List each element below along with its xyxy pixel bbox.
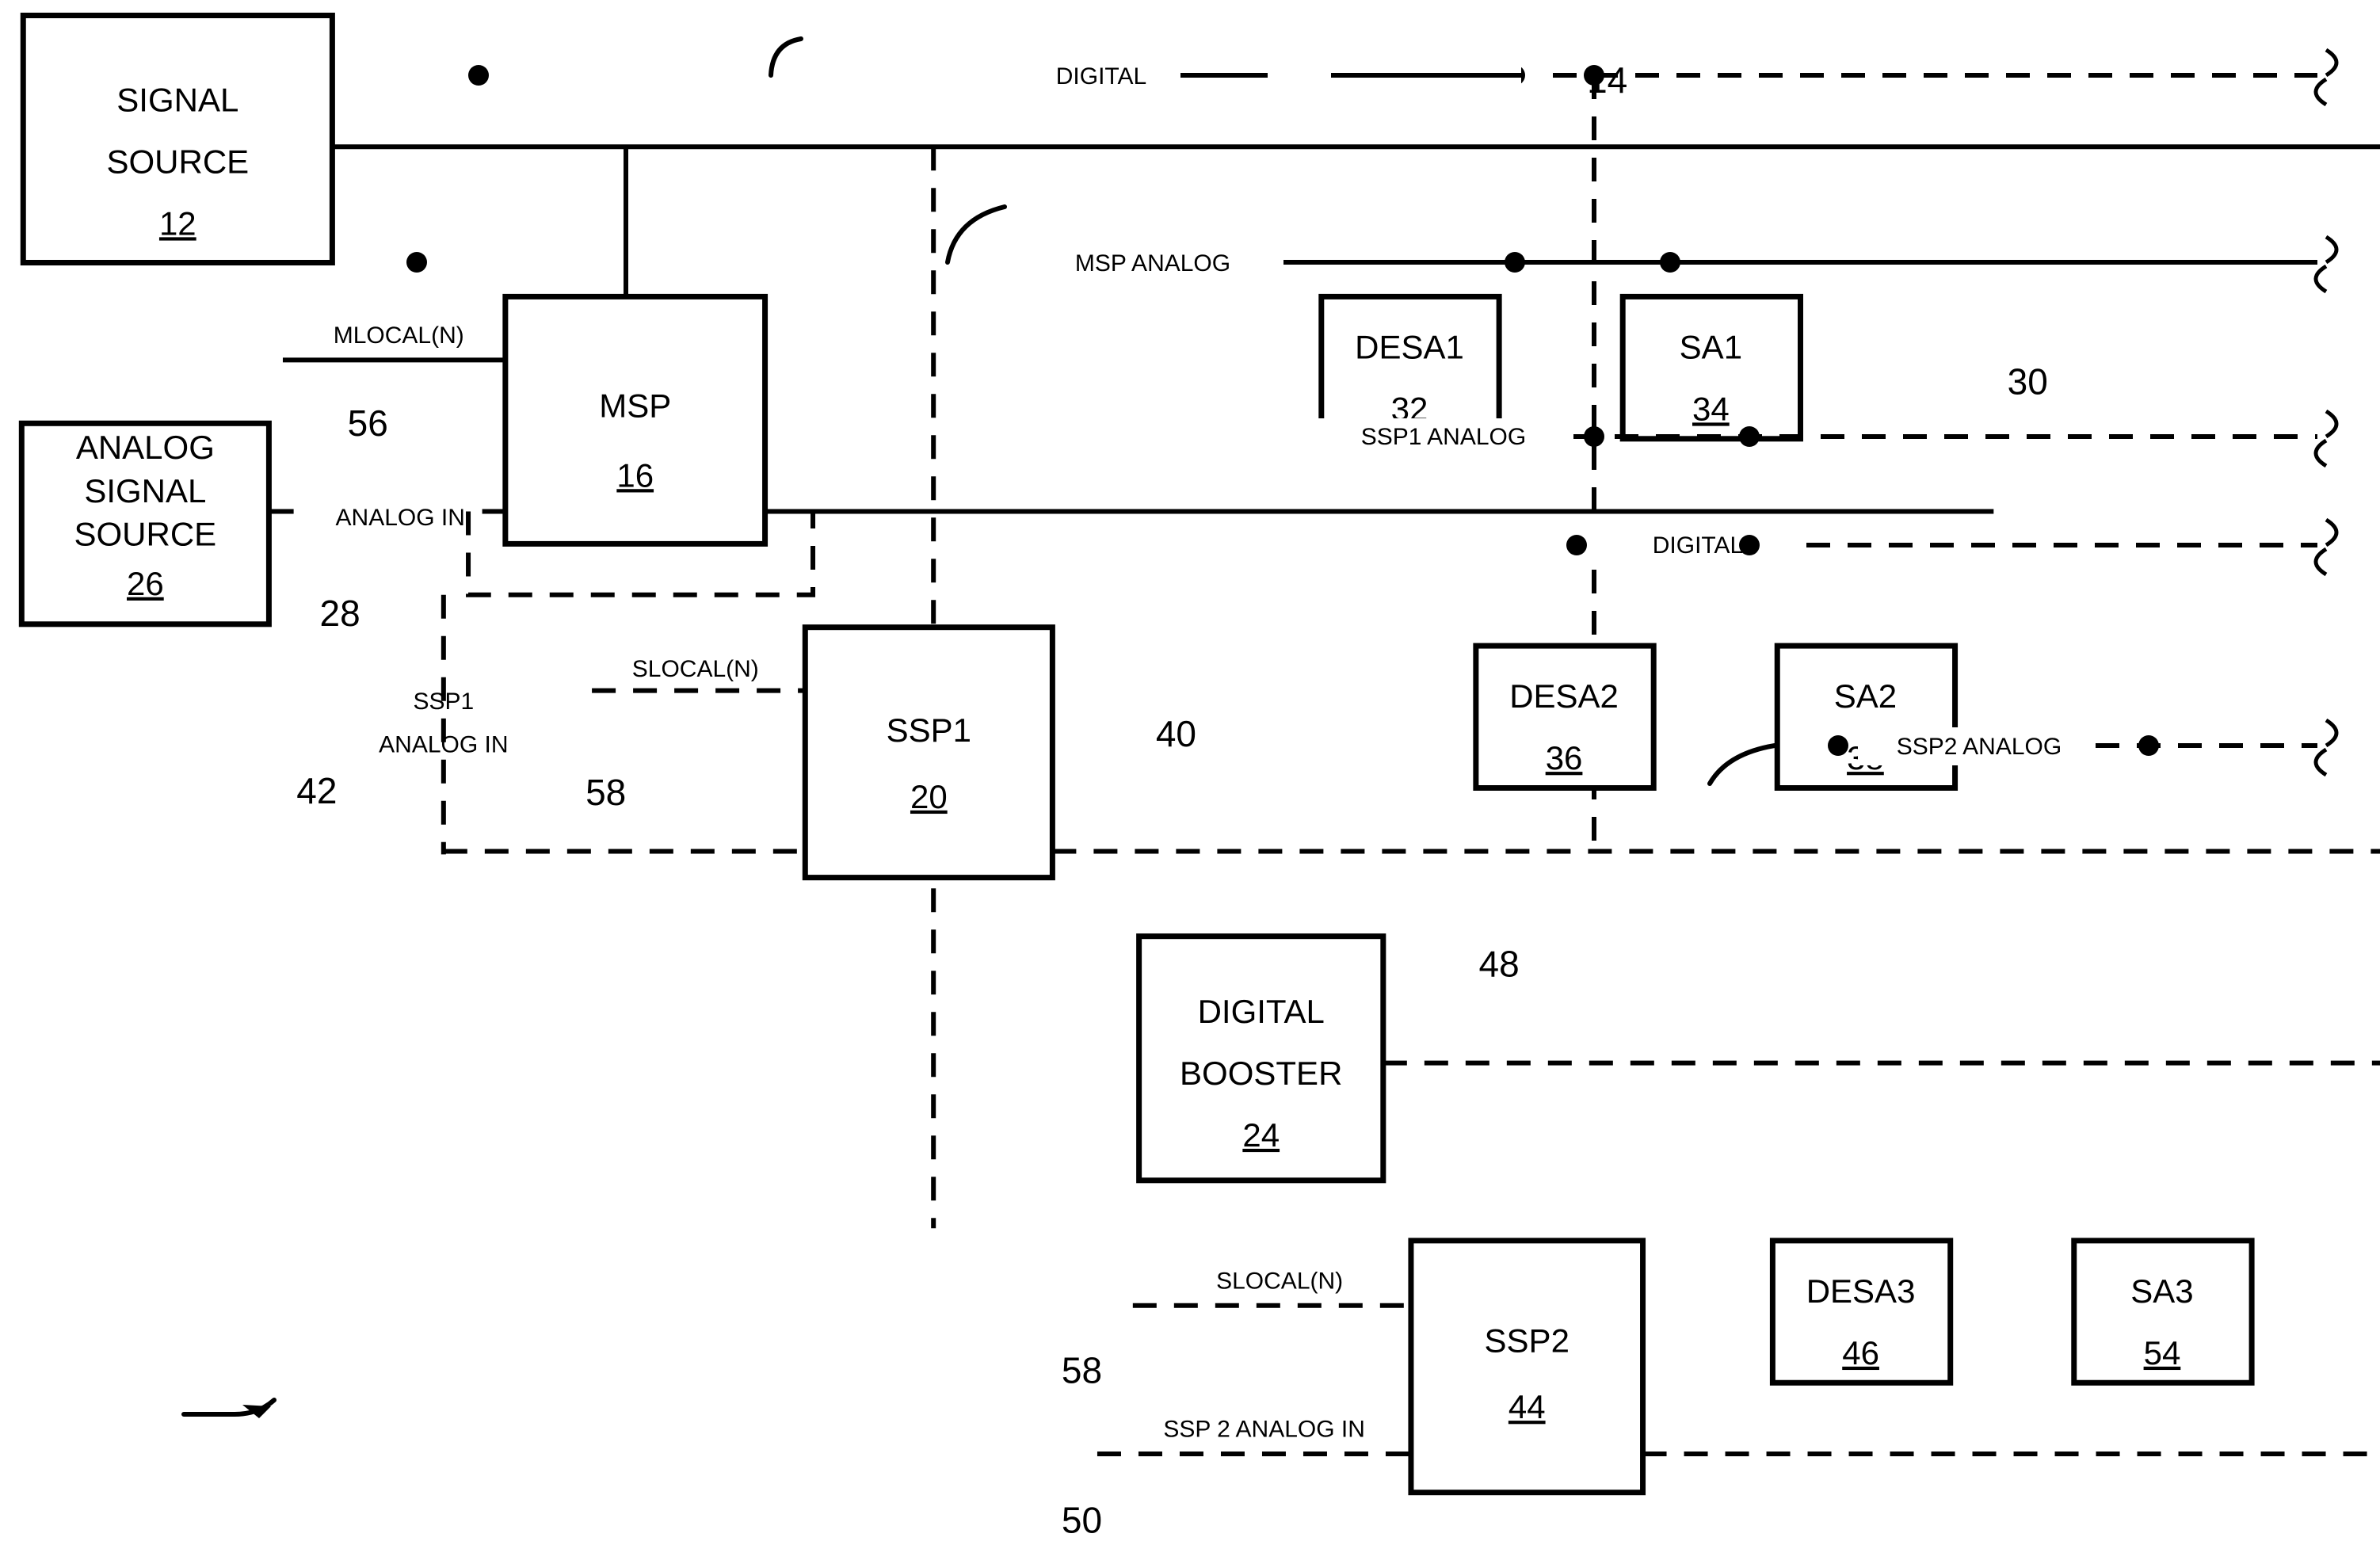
diagram-svg: DIGITAL 14 SIGNAL SOURCE 12 MSP 16 MLOCA… (18, 13, 2380, 1540)
block-digital-booster[interactable]: DIGITAL BOOSTER 24 (1136, 933, 1386, 1184)
break-symbol-upper (2325, 48, 2339, 78)
block-ssp1[interactable]: SSP1 20 (802, 624, 1055, 881)
block-reference-number: 24 (1242, 1116, 1280, 1154)
leader-line-14 (769, 36, 803, 78)
block-reference-number: 36 (1546, 739, 1583, 776)
reference-numeral-58-ssp2: 58 (1062, 1349, 1102, 1390)
bus-label-ssp1-analog: SSP1 ANALOG (1361, 424, 1526, 450)
leader-line-52 (1707, 743, 1777, 786)
reference-numeral-48: 48 (1479, 943, 1520, 984)
junction-dot (1566, 535, 1587, 555)
signal-label-analog-in: ANALOG IN (336, 505, 465, 531)
break-symbol-upper (2325, 235, 2339, 265)
junction-dot (1660, 252, 1680, 273)
junction-dot (1505, 252, 1525, 273)
reference-numeral-42: 42 (296, 770, 337, 811)
figure-reference-arrow: 10 (181, 1398, 277, 1418)
block-label-line: SOURCE (106, 143, 249, 180)
block-signal-source[interactable]: SIGNAL SOURCE 12 (20, 13, 335, 265)
block-outline (802, 624, 1055, 881)
block-reference-number: 16 (616, 456, 654, 494)
junction-dot (468, 65, 489, 86)
block-label-line: SIGNAL (84, 472, 206, 509)
block-reference-number: 34 (1692, 390, 1730, 427)
block-ssp2[interactable]: SSP2 44 (1408, 1238, 1646, 1496)
block-outline (1408, 1238, 1646, 1496)
signal-label-slocal-n-ssp1: SLOCAL(N) (632, 656, 759, 682)
block-desa3[interactable]: DESA3 46 (1769, 1238, 1954, 1386)
bus-label-digital-top: DIGITAL (1056, 63, 1146, 90)
block-desa1[interactable]: DESA1 32 (1318, 293, 1502, 442)
block-label-line: SSP1 (887, 711, 971, 749)
block-sa3[interactable]: SA3 54 (2071, 1238, 2255, 1386)
reference-numeral-50: 50 (1062, 1499, 1102, 1540)
signal-label-ssp2-analog-in: SSP 2 ANALOG IN (1163, 1417, 1365, 1443)
signal-label-slocal-n-ssp2: SLOCAL(N) (1216, 1268, 1343, 1294)
junction-dot (1739, 535, 1760, 555)
block-label-line: DESA2 (1509, 677, 1619, 715)
reference-numeral-28: 28 (320, 593, 360, 634)
break-symbol-upper (2325, 718, 2339, 748)
block-reference-number: 20 (910, 778, 948, 815)
block-sa1[interactable]: SA1 34 (1619, 293, 1804, 442)
reference-numeral-40: 40 (1156, 713, 1196, 754)
junction-dot (2138, 735, 2159, 756)
block-label-line: DIGITAL (1198, 993, 1325, 1030)
bus-label-digital-lower: DIGITAL (1653, 532, 1743, 559)
break-symbol-upper (2325, 409, 2339, 439)
block-reference-number: 44 (1508, 1388, 1546, 1425)
block-label-line: SA1 (1680, 328, 1742, 365)
ssp2-analog-bus: SSP2 ANALOG 52 (1642, 718, 2380, 1456)
patent-figure-canvas: DIGITAL 14 SIGNAL SOURCE 12 MSP 16 MLOCA… (0, 0, 2380, 1545)
block-desa2[interactable]: DESA2 36 (1473, 643, 1657, 791)
signal-label-ssp1-analog-in-line1: SSP1 (413, 689, 474, 715)
block-label-line: SA2 (1834, 677, 1897, 715)
block-label-line: SA3 (2130, 1272, 2193, 1310)
digital-bus-lower: DIGITAL 48 (1383, 517, 2380, 1066)
break-symbol-upper (2325, 517, 2339, 547)
signal-label-ssp1-analog-in-line2: ANALOG IN (379, 732, 508, 758)
break-symbol-lower (2313, 747, 2328, 777)
block-label-line: BOOSTER (1180, 1055, 1342, 1092)
reference-numeral-58-ssp1: 58 (585, 772, 626, 813)
block-label-line: SSP2 (1485, 1322, 1570, 1359)
junction-dot (1828, 735, 1848, 756)
break-symbol-lower (2313, 438, 2328, 468)
block-label-line: SOURCE (74, 515, 217, 552)
signal-label-mlocal-n: MLOCAL(N) (334, 322, 464, 349)
reference-numeral-56: 56 (348, 402, 388, 444)
junction-dot (1584, 426, 1604, 447)
block-label-line: ANALOG (76, 429, 215, 466)
block-sa2[interactable]: SA2 38 (1774, 643, 1959, 791)
bus-label-msp-analog: MSP ANALOG (1075, 250, 1230, 277)
digital-bus-top: DIGITAL 14 (311, 36, 2380, 150)
break-symbol-lower (2313, 547, 2328, 577)
block-label-line: MSP (599, 387, 671, 425)
block-label-line: DESA1 (1355, 328, 1464, 365)
block-label-line: DESA3 (1806, 1272, 1916, 1310)
break-symbol-lower (2313, 264, 2328, 294)
reference-numeral-30: 30 (2008, 360, 2048, 402)
junction-dot (406, 252, 427, 273)
block-reference-number: 54 (2144, 1334, 2181, 1371)
bus-label-ssp2-analog: SSP2 ANALOG (1897, 734, 2062, 760)
block-reference-number: 46 (1842, 1334, 1879, 1371)
block-analog-signal-source[interactable]: ANALOG SIGNAL SOURCE 26 (18, 420, 272, 628)
leader-line-30 (945, 204, 1007, 265)
block-label-line: SIGNAL (116, 81, 238, 118)
junction-dot (1739, 426, 1760, 447)
block-msp[interactable]: MSP 16 (502, 293, 769, 547)
block-reference-number: 26 (127, 565, 164, 602)
break-symbol-lower (2313, 77, 2328, 107)
block-reference-number: 12 (159, 204, 196, 242)
